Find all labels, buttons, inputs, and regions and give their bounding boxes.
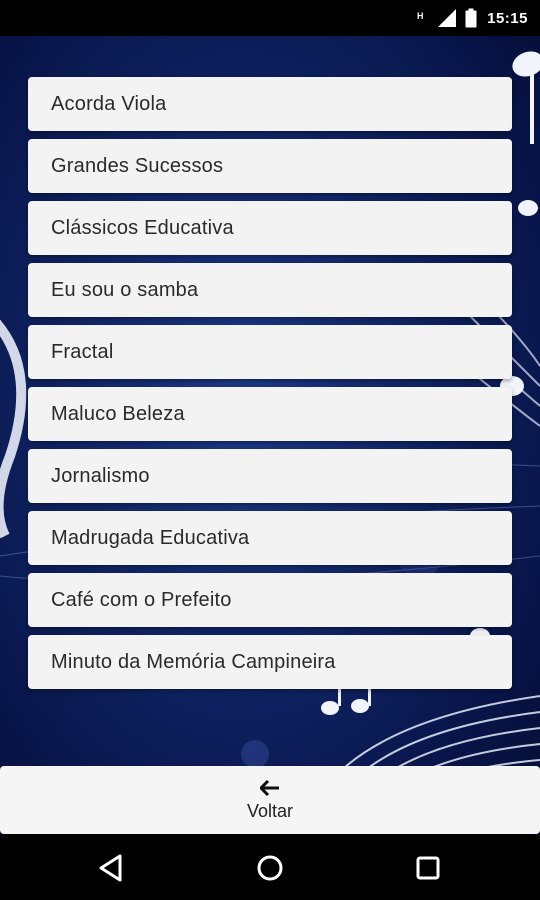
back-button-label: Voltar bbox=[246, 800, 294, 821]
back-button[interactable]: Voltar bbox=[0, 766, 540, 834]
list-item-maluco-beleza[interactable]: Maluco Beleza bbox=[28, 387, 512, 441]
nav-home-icon[interactable] bbox=[250, 848, 290, 888]
list-item-jornalismo[interactable]: Jornalismo bbox=[28, 449, 512, 503]
status-time: 15:15 bbox=[487, 9, 528, 27]
list-item-grandes-sucessos[interactable]: Grandes Sucessos bbox=[28, 139, 512, 193]
list-item-fractal[interactable]: Fractal bbox=[28, 325, 512, 379]
battery-icon bbox=[465, 8, 477, 28]
status-bar: H 15:15 bbox=[0, 0, 540, 36]
network-h-icon: H bbox=[417, 10, 429, 26]
arrow-left-icon bbox=[258, 779, 280, 799]
list-item-eu-sou-o-samba[interactable]: Eu sou o samba bbox=[28, 263, 512, 317]
list-item-madrugada-educativa[interactable]: Madrugada Educativa bbox=[28, 511, 512, 565]
list-item-acorda-viola[interactable]: Acorda Viola bbox=[28, 77, 512, 131]
list-item-minuto-da-memoria-campineira[interactable]: Minuto da Memória Campineira bbox=[28, 635, 512, 689]
signal-icon bbox=[437, 8, 457, 28]
list-item-classicos-educativa[interactable]: Clássicos Educativa bbox=[28, 201, 512, 255]
program-list: Acorda Viola Grandes Sucessos Clássicos … bbox=[28, 77, 512, 697]
svg-text:H: H bbox=[417, 11, 424, 21]
navigation-bar bbox=[0, 834, 540, 900]
list-item-cafe-com-o-prefeito[interactable]: Café com o Prefeito bbox=[28, 573, 512, 627]
nav-back-icon[interactable] bbox=[92, 848, 132, 888]
nav-recent-icon[interactable] bbox=[408, 848, 448, 888]
